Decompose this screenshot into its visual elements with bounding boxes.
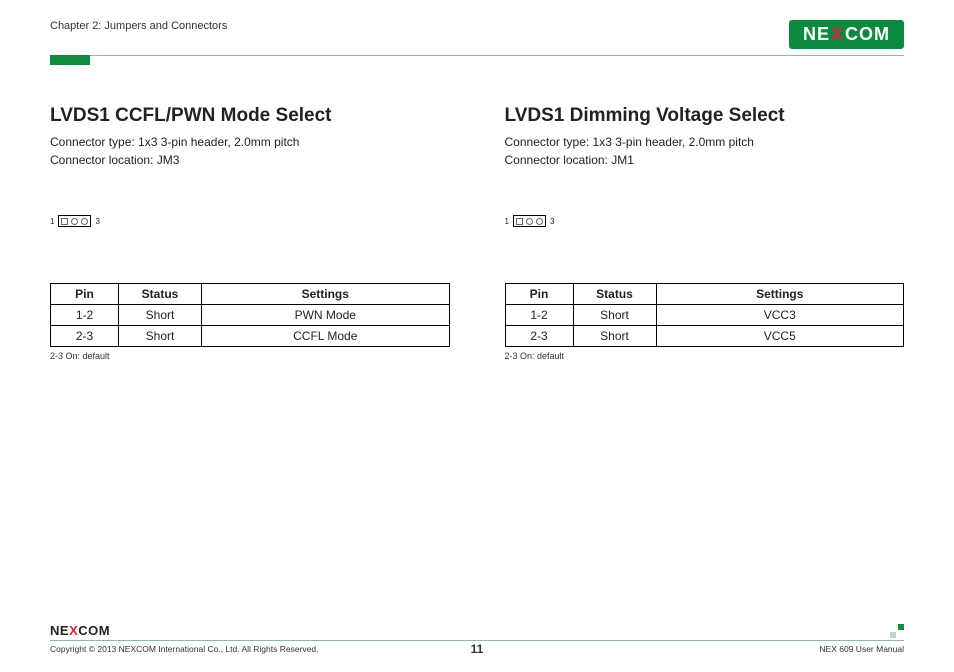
page-header: Chapter 2: Jumpers and Connectors NEXCOM [50,20,904,56]
jumper-box [513,215,546,227]
cell-status: Short [119,305,202,326]
settings-table: Pin Status Settings 1-2 Short VCC3 2-3 S… [505,283,905,347]
jumper-label-left: 1 [50,217,54,226]
cell-settings: CCFL Mode [202,326,450,347]
table-row: 2-3 Short CCFL Mode [51,326,450,347]
section-title: LVDS1 Dimming Voltage Select [505,105,905,127]
table-row: 1-2 Short PWN Mode [51,305,450,326]
brand-x: X [69,623,78,638]
default-note: 2-3 On: default [50,351,450,361]
col-settings: Settings [656,284,904,305]
cell-pin: 1-2 [51,305,119,326]
settings-table: Pin Status Settings 1-2 Short PWN Mode 2… [50,283,450,347]
table-header-row: Pin Status Settings [505,284,904,305]
brand-x: X [831,24,844,45]
brand-post: COM [78,623,110,638]
jumper-diagram: 1 3 [505,214,905,228]
connector-location: Connector location: JM1 [505,151,905,169]
jumper-label-right: 3 [550,217,554,226]
col-status: Status [573,284,656,305]
section-left: LVDS1 CCFL/PWN Mode Select Connector typ… [50,105,450,361]
footer-logo: NEXCOM [50,623,110,638]
pin-1-icon [516,218,523,225]
cell-status: Short [573,326,656,347]
pin-2-icon [71,218,78,225]
cell-pin: 2-3 [505,326,573,347]
cell-settings: VCC5 [656,326,904,347]
jumper-box [58,215,91,227]
pin-1-icon [61,218,68,225]
chapter-title: Chapter 2: Jumpers and Connectors [50,20,227,32]
col-pin: Pin [51,284,119,305]
col-settings: Settings [202,284,450,305]
cell-pin: 2-3 [51,326,119,347]
pin-3-icon [81,218,88,225]
brand-logo: NEXCOM [789,20,904,49]
page-footer: NEXCOM Copyright © 2013 NEXCOM Internati… [50,623,904,654]
corner-decoration-icon [890,624,904,638]
section-title: LVDS1 CCFL/PWN Mode Select [50,105,450,127]
brand-pre: NE [50,623,69,638]
connector-location: Connector location: JM3 [50,151,450,169]
cell-status: Short [119,326,202,347]
content-area: LVDS1 CCFL/PWN Mode Select Connector typ… [50,105,904,361]
cell-settings: VCC3 [656,305,904,326]
cell-settings: PWN Mode [202,305,450,326]
copyright-text: Copyright © 2013 NEXCOM International Co… [50,644,318,654]
table-row: 2-3 Short VCC5 [505,326,904,347]
table-header-row: Pin Status Settings [51,284,450,305]
col-pin: Pin [505,284,573,305]
manual-name: NEX 609 User Manual [819,644,904,654]
brand-post: COM [845,24,890,45]
brand-pre: NE [803,24,830,45]
header-accent [50,55,90,65]
jumper-label-right: 3 [95,217,99,226]
page-number: 11 [471,642,484,656]
jumper-diagram: 1 3 [50,214,450,228]
cell-pin: 1-2 [505,305,573,326]
col-status: Status [119,284,202,305]
cell-status: Short [573,305,656,326]
jumper-label-left: 1 [505,217,509,226]
table-row: 1-2 Short VCC3 [505,305,904,326]
connector-type: Connector type: 1x3 3-pin header, 2.0mm … [50,133,450,151]
pin-3-icon [536,218,543,225]
pin-2-icon [526,218,533,225]
default-note: 2-3 On: default [505,351,905,361]
section-right: LVDS1 Dimming Voltage Select Connector t… [505,105,905,361]
connector-type: Connector type: 1x3 3-pin header, 2.0mm … [505,133,905,151]
